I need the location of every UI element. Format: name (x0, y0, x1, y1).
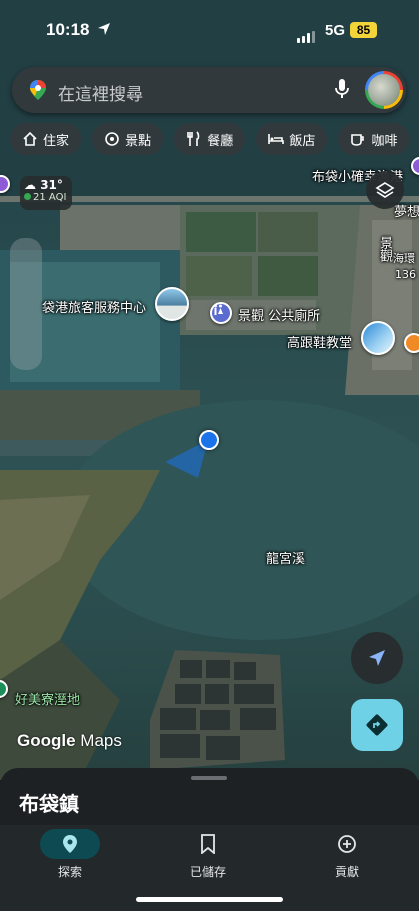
my-location-button[interactable] (351, 632, 403, 684)
restaurant-icon (187, 131, 200, 146)
directions-button[interactable] (351, 699, 403, 751)
tab-label: 貢獻 (334, 865, 359, 879)
chip-restaurants[interactable]: 餐廳 (174, 123, 246, 155)
maps-word: Maps (80, 731, 122, 750)
visitor-center-photo-marker[interactable] (155, 287, 189, 321)
sheet-grab-handle[interactable] (191, 776, 227, 780)
map-label-church[interactable]: 高跟鞋教堂 (287, 332, 352, 351)
tab-saved[interactable]: 已儲存 (158, 829, 258, 880)
layers-icon (375, 182, 395, 198)
current-location-dot (199, 430, 219, 450)
clock: 10:18 (46, 20, 90, 39)
chip-label: 餐廳 (207, 133, 234, 149)
network-type: 5G (325, 22, 346, 39)
map-label-road-1: 海環 (393, 252, 415, 265)
tab-explore[interactable]: 探索 (20, 829, 120, 880)
account-avatar[interactable] (365, 71, 403, 109)
side-panel-handle[interactable] (10, 238, 42, 370)
map-label-visitor-center[interactable]: 袋港旅客服務中心 (42, 297, 146, 316)
map-label-creek[interactable]: 龍宮溪 (266, 548, 305, 567)
map-label-vertical-road: 景觀 (377, 236, 392, 262)
tab-label: 探索 (57, 865, 82, 879)
tab-contribute[interactable]: 貢獻 (297, 829, 397, 880)
attraction-icon (105, 132, 119, 146)
chip-home[interactable]: 住家 (10, 123, 82, 155)
place-title: 布袋鎮 (19, 792, 79, 816)
aqi-dot (24, 193, 31, 200)
tab-label: 已儲存 (189, 865, 226, 879)
microphone-icon[interactable] (335, 78, 349, 100)
search-bar[interactable]: 在這裡搜尋 (12, 67, 406, 113)
coffee-icon (351, 134, 365, 146)
layers-button[interactable] (366, 171, 404, 209)
location-arrow-icon (98, 23, 110, 35)
restroom-icon[interactable] (210, 302, 232, 324)
google-maps-pin-icon (30, 80, 46, 100)
chip-hotels[interactable]: 飯店 (256, 123, 328, 155)
directions-icon (366, 714, 388, 736)
home-icon (23, 131, 37, 146)
chip-label: 咖啡 (371, 133, 398, 149)
hotel-icon (268, 134, 285, 144)
bookmark-icon (201, 834, 215, 854)
chip-label: 住家 (43, 133, 70, 149)
battery-indicator: 85 (350, 22, 377, 38)
status-bar: 10:18 5G 85 (0, 0, 419, 60)
chip-coffee[interactable]: 咖啡 (338, 123, 410, 155)
weather-widget[interactable]: ☁ 31° 21 AQI (20, 176, 72, 210)
map-label-wetland[interactable]: 好美寮溼地 (15, 689, 80, 708)
add-circle-icon (338, 835, 356, 853)
place-bottom-sheet[interactable]: 布袋鎮 (0, 768, 419, 828)
chip-label: 景點 (125, 133, 152, 149)
chip-attractions[interactable]: 景點 (92, 123, 164, 155)
location-pin-icon (63, 835, 77, 853)
map-label-restroom[interactable]: 景觀 公共廁所 (238, 305, 320, 324)
map-label-road-2: 136 (395, 268, 416, 281)
weather-aqi: 21 AQI (33, 192, 67, 203)
navigation-arrow-icon (369, 650, 385, 666)
food-marker-icon[interactable] (404, 333, 419, 353)
google-word: Google (17, 731, 76, 750)
weather-temp: 31° (40, 178, 63, 192)
church-photo-marker[interactable] (361, 321, 395, 355)
category-chips: 住家 景點 餐廳 飯店 咖啡 (10, 123, 415, 155)
home-indicator[interactable] (136, 897, 283, 902)
cloud-icon: ☁ (24, 178, 36, 192)
chip-label: 飯店 (289, 133, 316, 149)
search-input[interactable]: 在這裡搜尋 (58, 80, 143, 105)
google-maps-attribution: Google Maps (17, 731, 122, 751)
cellular-signal-icon (297, 24, 317, 43)
